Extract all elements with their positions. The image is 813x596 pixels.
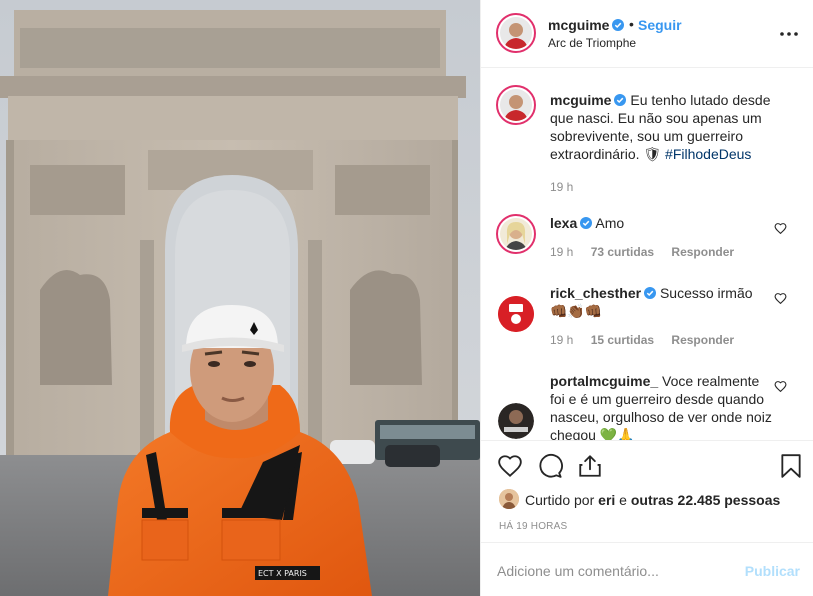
comment-meta: 19 h 15 curtidas Responder [550,333,748,347]
comments-list[interactable]: mcguime Eu tenho lutado desde que nasci.… [481,69,813,440]
caption-time[interactable]: 19 h [550,180,573,194]
comment-item: rick_chesther Sucesso irmão 👊🏾👏🏾👊🏾 19 h 1… [481,284,813,350]
comment-like-heart-icon[interactable] [774,292,787,305]
reply-button[interactable]: Responder [671,333,734,347]
post-location[interactable]: Arc de Triomphe [548,36,636,50]
comment-time[interactable]: 19 h [550,333,573,347]
caption-item: mcguime Eu tenho lutado desde que nasci.… [481,85,813,195]
liked-by-others[interactable]: outras 22.485 pessoas [631,492,780,508]
comment-text: rick_chesther Sucesso irmão 👊🏾👏🏾👊🏾 [550,284,772,320]
liked-by-user[interactable]: eri [598,492,615,508]
comment-bubble-icon[interactable] [537,453,563,479]
comment-text: lexa Amo [550,214,772,232]
commenter-avatar[interactable] [496,214,536,254]
liker-avatar-image [499,489,519,509]
post-photo-image: ECT X PARIS [0,0,480,596]
share-icon[interactable] [577,453,603,479]
author-avatar[interactable] [496,13,536,53]
caption-avatar[interactable] [496,85,536,125]
author-username[interactable]: mcguime [548,17,625,33]
caption-hashtag[interactable]: #FilhodeDeus [665,146,751,162]
save-bookmark-icon[interactable] [778,453,804,479]
commenter-avatar-image [498,296,534,332]
comment-username[interactable]: rick_chesther [550,285,641,301]
comment-text: portalmcguime_ Voce realmente foi e é um… [550,372,772,440]
comment-meta: 19 h 73 curtidas Responder [550,245,748,259]
liked-by-middle: e [615,492,631,508]
caption-username[interactable]: mcguime [550,92,611,108]
comment-username[interactable]: portalmcguime_ [550,373,658,389]
post-details-panel: mcguime • Seguir Arc de Triomphe mcguime… [480,0,813,596]
comment-emojis: 👊🏾👏🏾👊🏾 [550,303,603,319]
post-header: mcguime • Seguir Arc de Triomphe [481,0,813,68]
like-heart-icon[interactable] [497,453,523,479]
comment-time[interactable]: 19 h [550,245,573,259]
reply-button[interactable]: Responder [671,245,734,259]
add-comment-input[interactable] [497,561,727,581]
caption-text: mcguime Eu tenho lutado desde que nasci.… [550,91,772,163]
comment-likes-count[interactable]: 73 curtidas [591,245,654,259]
comment-item: portalmcguime_ Voce realmente foi e é um… [481,372,813,440]
verified-badge-icon [580,217,593,229]
post-photo[interactable]: ECT X PARIS [0,0,480,596]
verified-badge-icon [614,94,627,106]
hoodie-pocket-text: ECT X PARIS [258,569,307,578]
liked-by-text: Curtido por eri e outras 22.485 pessoas [525,492,780,508]
caption-meta: 19 h [550,180,587,194]
publish-button[interactable]: Publicar [745,563,800,579]
comment-likes-count[interactable]: 15 curtidas [591,333,654,347]
author-avatar-image [500,17,532,49]
commenter-avatar[interactable] [498,296,534,332]
commenter-avatar-image [500,218,532,250]
comment-username[interactable]: lexa [550,215,577,231]
comment-body: Sucesso irmão [656,285,753,301]
separator-dot: • [629,16,634,32]
comment-like-heart-icon[interactable] [774,222,787,235]
liker-avatar[interactable] [499,489,519,509]
comment-body: Amo [592,215,625,231]
add-comment-bar: Publicar [481,542,813,596]
verified-badge-icon [644,287,657,299]
comment-item: lexa Amo 19 h 73 curtidas Responder [481,214,813,264]
follow-button[interactable]: Seguir [638,17,682,33]
caption-avatar-image [500,89,532,121]
author-username-text[interactable]: mcguime [548,17,609,33]
liked-by-prefix: Curtido por [525,492,599,508]
post-timestamp[interactable]: HÁ 19 HORAS [499,521,567,532]
comment-like-heart-icon[interactable] [774,380,787,393]
post-actions: Curtido por eri e outras 22.485 pessoas … [481,440,813,542]
commenter-avatar[interactable] [498,403,534,439]
more-options-icon[interactable] [777,22,801,46]
commenter-avatar-image [498,403,534,439]
verified-badge-icon [612,19,625,31]
